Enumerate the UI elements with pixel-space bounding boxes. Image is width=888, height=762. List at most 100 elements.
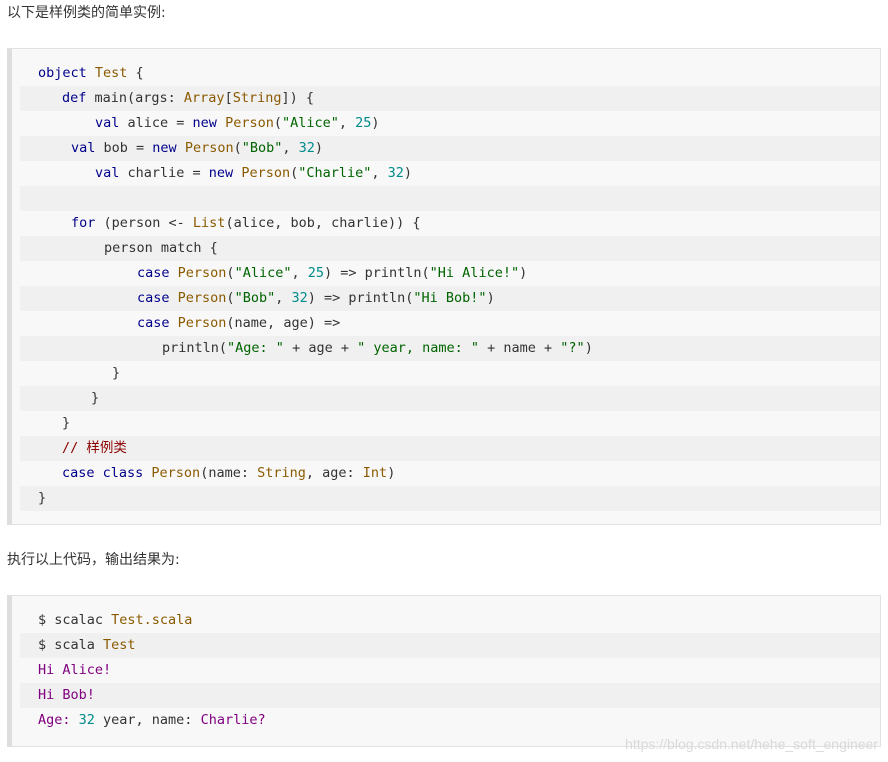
code-token: "Bob" bbox=[241, 140, 283, 156]
code-token: , bbox=[282, 140, 299, 156]
code-token: $ scalac bbox=[38, 612, 112, 628]
code-line: val alice = new Person("Alice", 25) bbox=[20, 111, 880, 136]
code-token: } bbox=[112, 365, 121, 381]
code-token: Hi Alice! bbox=[38, 662, 112, 678]
code-line-text: println("Age: " + age + " year, name: " … bbox=[162, 336, 593, 361]
code-line bbox=[20, 186, 880, 211]
code-line: case Person("Bob", 32) => println("Hi Bo… bbox=[20, 286, 880, 311]
code-token: Person bbox=[184, 140, 234, 156]
code-token: ) => println( bbox=[307, 290, 414, 306]
code-token: class bbox=[102, 465, 152, 481]
code-token: ) bbox=[314, 140, 324, 156]
code-token: ) bbox=[387, 465, 396, 481]
code-line: case Person(name, age) => bbox=[20, 311, 880, 336]
code-token: person match { bbox=[104, 240, 218, 256]
code-token: ( bbox=[233, 140, 242, 156]
code-token: , age: bbox=[305, 465, 363, 481]
code-token: main(args: bbox=[94, 90, 184, 106]
code-token: ( bbox=[226, 265, 235, 281]
code-token: + name + bbox=[479, 340, 561, 356]
code-token: // 样例类 bbox=[62, 440, 127, 456]
code-line-text: } bbox=[38, 486, 46, 511]
code-token: , bbox=[275, 290, 292, 306]
code-token: case bbox=[137, 290, 178, 306]
code-token: 32 bbox=[387, 165, 404, 181]
code-token: } bbox=[91, 390, 100, 406]
code-line-text: $ scalac Test.scala bbox=[38, 608, 192, 633]
code-line-text: object Test { bbox=[38, 61, 144, 86]
code-line: case class Person(name: String, age: Int… bbox=[20, 461, 880, 486]
code-token: "?" bbox=[560, 340, 585, 356]
code-token: , bbox=[338, 115, 356, 131]
code-token: } bbox=[38, 490, 47, 506]
code-token: (name: bbox=[200, 465, 258, 481]
code-line-text: val alice = new Person("Alice", 25) bbox=[95, 111, 380, 136]
code-line-text: Hi Bob! bbox=[38, 683, 95, 708]
code-token: Age: bbox=[38, 712, 79, 728]
code-token: for bbox=[71, 215, 104, 231]
code-token: , bbox=[291, 265, 308, 281]
code-line-text: case Person(name, age) => bbox=[137, 311, 340, 336]
code-line: person match { bbox=[20, 236, 880, 261]
code-token: (alice, bob, charlie)) { bbox=[225, 215, 421, 231]
code-token: Person bbox=[177, 315, 227, 331]
code-token: 25 bbox=[355, 115, 372, 131]
code-token: case bbox=[137, 265, 178, 281]
code-token: , bbox=[371, 165, 388, 181]
code-token: println( bbox=[162, 340, 228, 356]
code-token: ( bbox=[290, 165, 299, 181]
code-line: object Test { bbox=[20, 61, 880, 86]
code-token: ) bbox=[371, 115, 380, 131]
code-token: def bbox=[62, 90, 95, 106]
code-token: new bbox=[208, 165, 242, 181]
code-token: ) bbox=[519, 265, 528, 281]
code-line: } bbox=[20, 386, 880, 411]
code-line: val charlie = new Person("Charlie", 32) bbox=[20, 161, 880, 186]
intro-text: 以下是样例类的简单实例: bbox=[7, 5, 166, 21]
code-line-text: case Person("Bob", 32) => println("Hi Bo… bbox=[137, 286, 495, 311]
source-code-block: object Test {def main(args: Array[String… bbox=[7, 48, 881, 525]
code-line: val bob = new Person("Bob", 32) bbox=[20, 136, 880, 161]
code-line: $ scala Test bbox=[20, 633, 880, 658]
code-line-text: def main(args: Array[String]) { bbox=[62, 86, 314, 111]
code-token: Charlie? bbox=[200, 712, 266, 728]
code-token: object bbox=[38, 65, 95, 81]
code-token: "Hi Bob!" bbox=[413, 290, 487, 306]
code-token: { bbox=[127, 65, 144, 81]
code-token: 32 bbox=[291, 290, 308, 306]
code-token: Test.scala bbox=[111, 612, 193, 628]
code-token: 32 bbox=[298, 140, 315, 156]
code-token: ]) { bbox=[281, 90, 314, 106]
code-line: Age: 32 year, name: Charlie? bbox=[20, 708, 880, 733]
code-line-text: case Person("Alice", 25) => println("Hi … bbox=[137, 261, 527, 286]
code-token: String bbox=[232, 90, 282, 106]
code-token: Person bbox=[177, 290, 227, 306]
code-token: Test bbox=[94, 65, 128, 81]
code-token: Person bbox=[151, 465, 201, 481]
code-token: alice = bbox=[127, 115, 193, 131]
code-line-text: Hi Alice! bbox=[38, 658, 111, 683]
code-token: charlie = bbox=[127, 165, 209, 181]
code-line-text: Age: 32 year, name: Charlie? bbox=[38, 708, 266, 733]
code-line: } bbox=[20, 361, 880, 386]
code-token: "Alice" bbox=[234, 265, 292, 281]
code-token: Person bbox=[225, 115, 274, 131]
code-token: + age + bbox=[283, 340, 358, 356]
code-token: } bbox=[62, 415, 71, 431]
code-line-text: person match { bbox=[104, 236, 218, 261]
code-token: $ scala bbox=[38, 637, 104, 653]
code-token: 25 bbox=[307, 265, 324, 281]
code-token: ( bbox=[226, 290, 235, 306]
code-line-text: val charlie = new Person("Charlie", 32) bbox=[95, 161, 412, 186]
code-token: ( bbox=[273, 115, 282, 131]
code-token: Hi Bob! bbox=[38, 687, 95, 703]
code-line: // 样例类 bbox=[20, 436, 880, 461]
code-line: $ scalac Test.scala bbox=[20, 608, 880, 633]
code-token: "Charlie" bbox=[298, 165, 372, 181]
code-token: (person <- bbox=[103, 215, 193, 231]
code-line-text: for (person <- List(alice, bob, charlie)… bbox=[71, 211, 421, 236]
code-token: List bbox=[192, 215, 226, 231]
code-token: ) bbox=[584, 340, 593, 356]
code-token: Test bbox=[103, 637, 136, 653]
code-token: new bbox=[192, 115, 226, 131]
